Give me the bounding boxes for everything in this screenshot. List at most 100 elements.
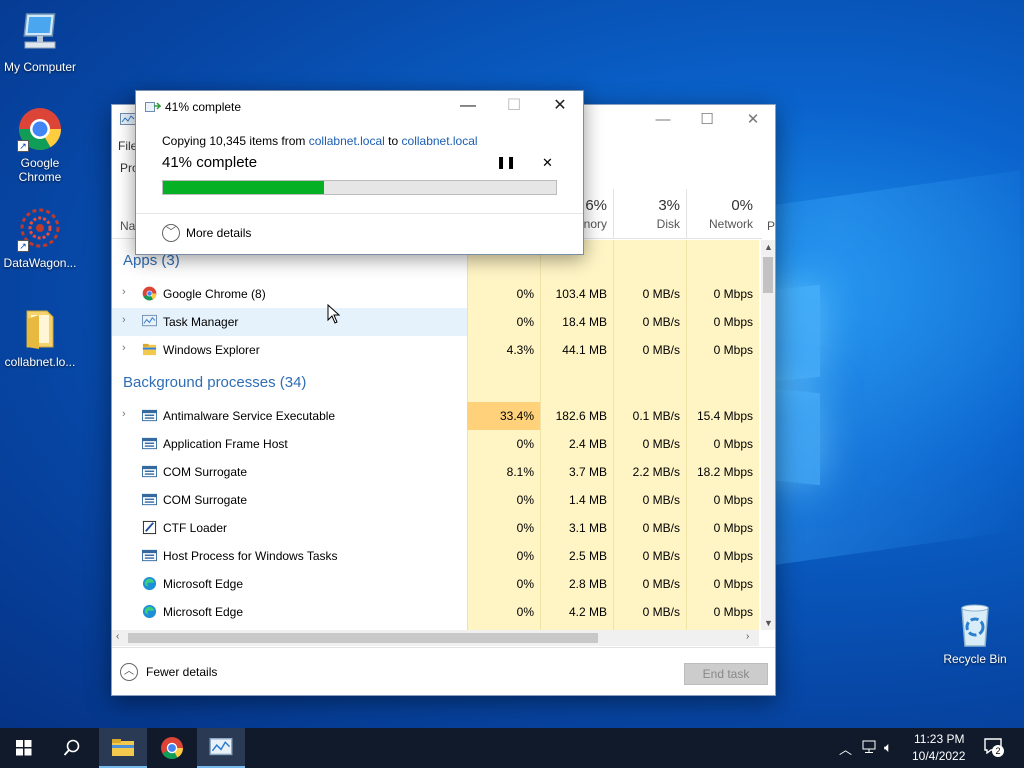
chevron-right-icon[interactable]: ›: [122, 314, 126, 326]
clock-time[interactable]: 11:23 PM: [914, 732, 964, 746]
window-process-icon: [142, 408, 157, 423]
taskbar-file-explorer[interactable]: [99, 728, 147, 768]
pause-icon[interactable]: ❚❚: [496, 155, 516, 169]
cpu-value: 0%: [516, 437, 534, 451]
recycle-bin-icon: [952, 602, 998, 648]
copy-files-icon: [145, 100, 162, 117]
destination-link[interactable]: collabnet.local: [402, 134, 478, 148]
notification-center-icon[interactable]: 2: [984, 738, 1004, 757]
chevron-up-icon[interactable]: ︿: [120, 663, 138, 681]
shortcut-arrow-icon: ↗: [17, 140, 29, 152]
table-row[interactable]: COM Surrogate 8.1% 3.7 MB 2.2 MB/s 18.2 …: [112, 458, 759, 486]
close-icon[interactable]: ✕: [738, 111, 768, 131]
memory-value: 182.6 MB: [555, 409, 607, 423]
memory-value: 3.7 MB: [568, 465, 607, 479]
window-process-icon: [142, 492, 157, 507]
group-header-background[interactable]: Background processes (34): [123, 374, 306, 391]
minimize-icon[interactable]: —: [648, 111, 678, 131]
horizontal-scrollbar[interactable]: ‹ ›: [112, 630, 759, 646]
chevron-up-icon[interactable]: ︿: [839, 739, 852, 758]
to-text: to: [388, 134, 399, 148]
close-icon[interactable]: ✕: [540, 95, 580, 119]
shortcut-arrow-icon: ↗: [17, 240, 29, 252]
taskbar: ︿ 🔈︎ 11:23 PM 10/4/2022 2: [0, 728, 1024, 768]
volume-icon[interactable]: 🔈︎: [884, 739, 892, 756]
cpu-value: 0%: [516, 493, 534, 507]
chevron-down-icon[interactable]: ﹀: [162, 224, 180, 242]
network-label: Network: [708, 217, 753, 231]
disk-value: 0 MB/s: [642, 493, 680, 507]
chevron-right-icon[interactable]: ›: [122, 286, 126, 298]
table-row[interactable]: COM Surrogate 0% 1.4 MB 0 MB/s 0 Mbps: [112, 486, 759, 514]
clock-date[interactable]: 10/4/2022: [912, 749, 965, 763]
maximize-icon: ☐: [506, 97, 522, 114]
table-row[interactable]: › Antimalware Service Executable 33.4% 1…: [112, 402, 759, 430]
process-name: Application Frame Host: [163, 437, 288, 451]
window-process-icon: [142, 464, 157, 479]
start-button[interactable]: [0, 728, 48, 768]
cpu-value: 0%: [516, 577, 534, 591]
edge-icon: [142, 604, 157, 619]
vertical-scrollbar[interactable]: ▲ ▼: [761, 240, 775, 630]
process-name: Google Chrome (8): [163, 287, 266, 301]
network-value: 0 Mbps: [713, 287, 753, 301]
source-link[interactable]: collabnet.local: [309, 134, 385, 148]
chevron-right-icon[interactable]: ›: [122, 342, 126, 354]
end-task-button[interactable]: End task: [684, 663, 768, 685]
desktop-icon-collabnet-folder[interactable]: collabnet.lo...: [0, 305, 80, 369]
maximize-icon[interactable]: ☐: [692, 111, 722, 131]
more-details-link[interactable]: More details: [186, 226, 251, 240]
desktop-icon-google-chrome[interactable]: ↗ Google Chrome: [0, 106, 80, 184]
cpu-value: 0%: [516, 521, 534, 535]
network-icon[interactable]: [862, 740, 878, 757]
dialog-title: 41% complete: [165, 100, 242, 114]
fewer-details-link[interactable]: Fewer details: [146, 665, 217, 679]
scroll-down-icon[interactable]: ▼: [764, 618, 773, 628]
process-name: COM Surrogate: [163, 465, 248, 479]
window-process-icon: [142, 548, 157, 563]
taskbar-task-manager[interactable]: [197, 728, 245, 768]
name-column-header[interactable]: Na: [120, 219, 135, 233]
process-name: Microsoft Edge: [163, 577, 244, 591]
disk-value: 0 MB/s: [642, 343, 680, 357]
power-column-header[interactable]: P: [767, 219, 775, 233]
scroll-right-icon[interactable]: ›: [746, 631, 749, 642]
disk-value: 0 MB/s: [642, 315, 680, 329]
table-row[interactable]: Application Frame Host 0% 2.4 MB 0 MB/s …: [112, 430, 759, 458]
network-column-header[interactable]: 0% Network: [686, 189, 759, 239]
scroll-thumb[interactable]: [128, 633, 598, 643]
memory-value: 44.1 MB: [562, 343, 607, 357]
computer-icon: [17, 10, 63, 56]
scroll-left-icon[interactable]: ‹: [116, 631, 119, 642]
desktop-icon-my-computer[interactable]: My Computer: [0, 10, 80, 74]
network-value: 18.2 Mbps: [696, 465, 753, 479]
taskbar-chrome[interactable]: [148, 728, 196, 768]
desktop-icon-recycle-bin[interactable]: Recycle Bin: [935, 602, 1015, 666]
copy-progress-dialog: 41% complete — ☐ ✕ Copying 10,345 items …: [135, 90, 584, 255]
table-row[interactable]: Microsoft Edge 0% 2.8 MB 0 MB/s 0 Mbps: [112, 570, 759, 598]
cpu-value: 33.4%: [499, 409, 534, 423]
process-list: Apps (3) › Google Chrome (8) 0% 103.4 MB…: [112, 240, 759, 630]
chevron-right-icon[interactable]: ›: [122, 408, 126, 420]
desktop-icon-datawagon[interactable]: ↗ DataWagon...: [0, 206, 80, 270]
table-row[interactable]: Host Process for Windows Tasks 0% 2.5 MB…: [112, 542, 759, 570]
process-name: Task Manager: [163, 315, 239, 329]
memory-value: 1.4 MB: [568, 493, 607, 507]
table-row[interactable]: › Windows Explorer 4.3% 44.1 MB 0 MB/s 0…: [112, 336, 759, 364]
disk-column-header[interactable]: 3% Disk: [613, 189, 686, 239]
table-row[interactable]: Microsoft Edge 0% 4.2 MB 0 MB/s 0 Mbps: [112, 598, 759, 626]
table-row[interactable]: CTF Loader 0% 3.1 MB 0 MB/s 0 Mbps: [112, 514, 759, 542]
scroll-thumb[interactable]: [763, 257, 773, 293]
network-percent: 0%: [731, 197, 753, 214]
table-row[interactable]: › Task Manager 0% 18.4 MB 0 MB/s 0 Mbps: [112, 308, 759, 336]
network-value: 0 Mbps: [713, 437, 753, 451]
disk-value: 0 MB/s: [642, 287, 680, 301]
network-value: 0 Mbps: [713, 343, 753, 357]
minimize-icon[interactable]: —: [448, 95, 488, 119]
search-button[interactable]: [48, 728, 96, 768]
copy-progress-bar: [162, 180, 557, 195]
cancel-icon[interactable]: ✕: [542, 155, 553, 171]
scroll-up-icon[interactable]: ▲: [764, 242, 773, 252]
table-row[interactable]: › Google Chrome (8) 0% 103.4 MB 0 MB/s 0…: [112, 280, 759, 308]
ctf-loader-icon: [142, 520, 157, 535]
